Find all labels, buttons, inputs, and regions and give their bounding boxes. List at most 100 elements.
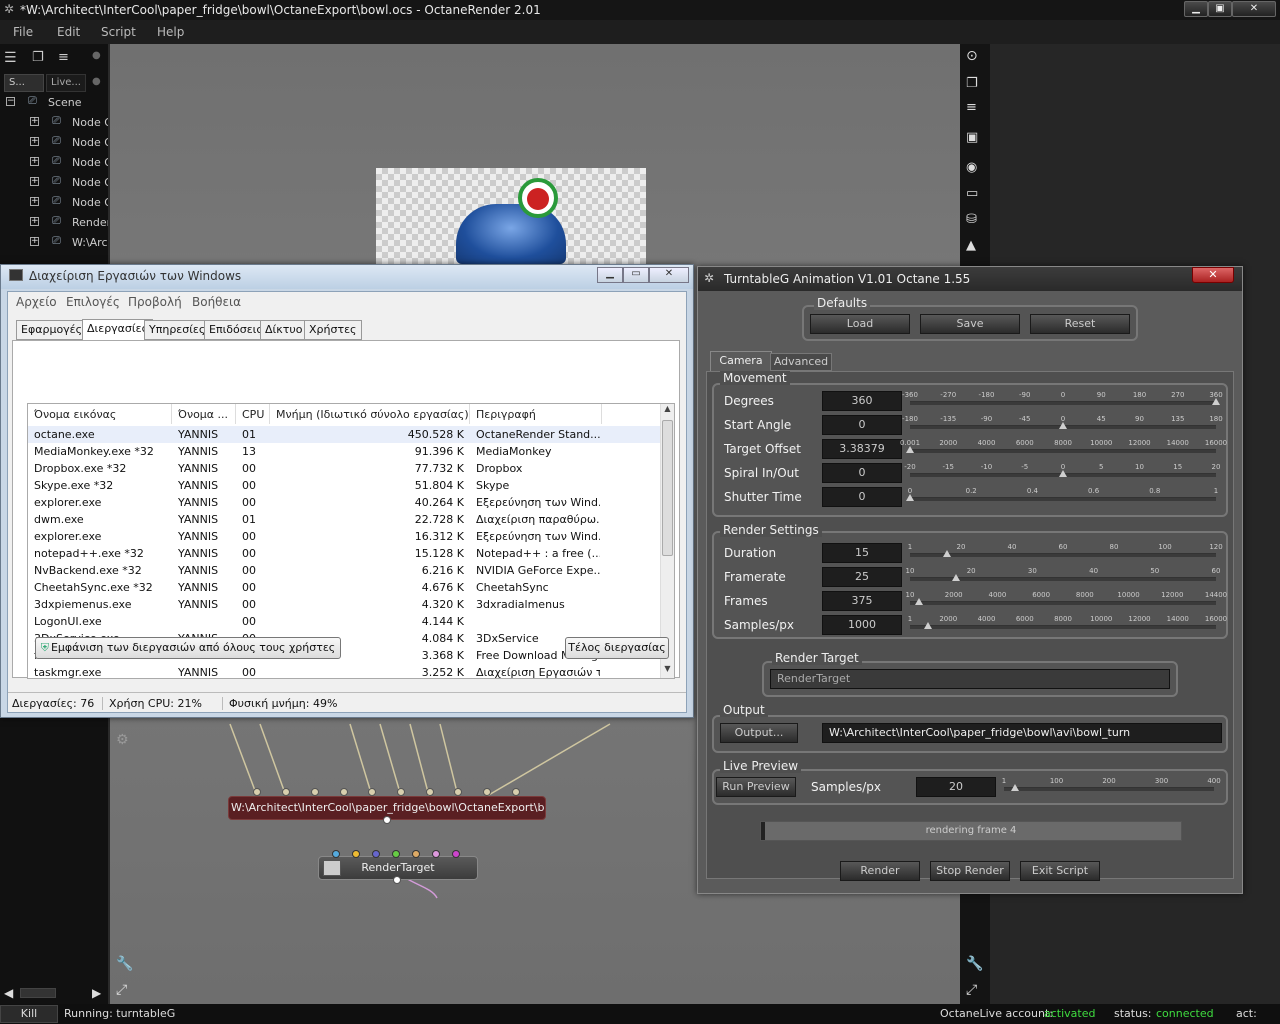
input-pin[interactable] bbox=[412, 850, 420, 858]
output-button[interactable]: Output... bbox=[720, 723, 798, 743]
tree-item[interactable]: + ⎚ Node G bbox=[0, 172, 108, 192]
expand-icon[interactable]: + bbox=[30, 117, 39, 126]
param-slider[interactable]: -20 -15 -10 -5 0 5 10 15 20 bbox=[904, 463, 1220, 483]
process-row[interactable]: CheetahSync.exe *32 YANNIS 00 4.676 K Cheeta… bbox=[28, 579, 660, 596]
close-button[interactable]: ✕ bbox=[1232, 1, 1276, 17]
slider-thumb[interactable] bbox=[1212, 398, 1220, 405]
list-icon[interactable]: ☰ bbox=[4, 50, 17, 66]
param-value-field[interactable]: 15 bbox=[822, 543, 902, 563]
output-pin[interactable] bbox=[393, 876, 401, 884]
slider-thumb[interactable] bbox=[915, 598, 924, 605]
param-value-field[interactable]: 1000 bbox=[822, 615, 902, 635]
tab-advanced[interactable]: Advanced bbox=[770, 353, 832, 371]
slider-track[interactable] bbox=[910, 625, 1216, 629]
lines-icon[interactable]: ≡ bbox=[58, 50, 69, 65]
copy-icon[interactable]: ❐ bbox=[966, 76, 978, 91]
expand-icon[interactable]: + bbox=[30, 217, 39, 226]
param-value-field[interactable]: 0 bbox=[822, 463, 902, 483]
input-pin[interactable] bbox=[282, 788, 290, 796]
input-pin[interactable] bbox=[372, 850, 380, 858]
minimize-button[interactable]: ▁ bbox=[1184, 1, 1208, 17]
tree-item[interactable]: + ⎚ Node G bbox=[0, 112, 108, 132]
slider-thumb[interactable] bbox=[1010, 784, 1019, 791]
param-value-field[interactable]: 0 bbox=[822, 487, 902, 507]
tab-networking[interactable]: Δίκτυο bbox=[260, 320, 308, 340]
param-slider[interactable]: 0 0.2 0.4 0.6 0.8 1 bbox=[906, 487, 1218, 507]
camera-icon[interactable]: ◉ bbox=[966, 160, 977, 175]
process-row[interactable]: LogonUI.exe 00 4.144 K bbox=[28, 613, 660, 630]
param-value-field[interactable]: 3.38379 bbox=[822, 439, 902, 459]
render-settings-icon[interactable]: ⚙ bbox=[116, 732, 129, 748]
maximize-button[interactable]: ▣ bbox=[1208, 1, 1232, 17]
process-row[interactable]: notepad++.exe *32 YANNIS 00 15.128 K Notepad… bbox=[28, 545, 660, 562]
column-description[interactable]: Περιγραφή bbox=[470, 404, 602, 424]
slider-track[interactable] bbox=[910, 497, 1216, 501]
input-pin[interactable] bbox=[368, 788, 376, 796]
expand-icon[interactable]: + bbox=[30, 137, 39, 146]
column-user-name[interactable]: Όνομα ... bbox=[172, 404, 236, 424]
wrench-icon[interactable]: 🔧 bbox=[966, 956, 983, 972]
stop-render-button[interactable]: Stop Render bbox=[930, 861, 1010, 881]
output-pin[interactable] bbox=[383, 816, 391, 824]
pin-icon[interactable]: ● bbox=[92, 50, 101, 61]
tree-item[interactable]: + ⎚ Node G bbox=[0, 192, 108, 212]
fullscreen-icon[interactable]: ⤢ bbox=[116, 982, 127, 998]
output-path-field[interactable]: W:\Architect\InterCool\paper_fridge\bowl… bbox=[822, 723, 1222, 743]
param-value-field[interactable]: 25 bbox=[822, 567, 902, 587]
end-process-button[interactable]: Τέλος διεργασίας bbox=[565, 637, 669, 659]
wrench-icon[interactable]: 🔧 bbox=[116, 956, 133, 972]
expand-icon[interactable]: + bbox=[30, 157, 39, 166]
expand-icon[interactable]: + bbox=[30, 197, 39, 206]
expand-icon[interactable]: + bbox=[30, 237, 39, 246]
param-slider[interactable]: 1 20 40 60 80 100 120 bbox=[908, 543, 1223, 563]
database-icon[interactable]: ⛁ bbox=[966, 212, 977, 227]
process-row[interactable]: octane.exe YANNIS 01 450.528 K OctaneRender … bbox=[28, 426, 660, 443]
tab-applications[interactable]: Εφαρμογές bbox=[16, 320, 88, 340]
monitor-icon[interactable]: ▭ bbox=[966, 186, 978, 201]
input-pin[interactable] bbox=[397, 788, 405, 796]
tree-item[interactable]: + ⎚ Node G bbox=[0, 132, 108, 152]
slider-track[interactable] bbox=[910, 401, 1216, 405]
close-button[interactable]: ✕ bbox=[649, 267, 689, 283]
input-pin[interactable] bbox=[311, 788, 319, 796]
slider-thumb[interactable] bbox=[906, 446, 914, 453]
process-row[interactable]: explorer.exe YANNIS 00 40.264 K Εξερεύνηση τ… bbox=[28, 494, 660, 511]
preview-samples-field[interactable]: 20 bbox=[916, 777, 996, 797]
slider-thumb[interactable] bbox=[942, 550, 951, 557]
copy-icon[interactable]: ❐ bbox=[32, 50, 44, 65]
column-memory[interactable]: Μνήμη (Ιδιωτικό σύνολο εργασίας) bbox=[270, 404, 470, 424]
menu-edit[interactable]: Edit bbox=[57, 25, 80, 39]
input-pin[interactable] bbox=[426, 788, 434, 796]
slider-track[interactable] bbox=[910, 553, 1216, 557]
tab-camera[interactable]: Camera bbox=[710, 351, 772, 371]
param-slider[interactable]: -180 -135 -90 -45 0 45 90 135 180 bbox=[902, 415, 1223, 435]
process-row[interactable]: NvBackend.exe *32 YANNIS 00 6.216 K NVIDIA G… bbox=[28, 562, 660, 579]
collapse-icon[interactable]: − bbox=[6, 97, 15, 106]
tab-scene[interactable]: S... bbox=[4, 74, 44, 92]
param-slider[interactable]: 10 2000 4000 6000 8000 10000 12000 14400 bbox=[906, 591, 1227, 611]
param-slider[interactable]: -360 -270 -180 -90 0 90 180 270 360 bbox=[902, 391, 1223, 411]
input-pin[interactable] bbox=[253, 788, 261, 796]
kill-button[interactable]: Kill bbox=[0, 1005, 58, 1023]
param-value-field[interactable]: 360 bbox=[822, 391, 902, 411]
tab-live[interactable]: Live... bbox=[46, 74, 86, 92]
fullscreen-icon[interactable]: ⤢ bbox=[966, 982, 977, 998]
tab-performance[interactable]: Επιδόσεις bbox=[204, 320, 268, 340]
tab-users[interactable]: Χρήστες bbox=[304, 320, 362, 340]
maximize-button[interactable]: ▭ bbox=[623, 267, 649, 283]
load-button[interactable]: Load bbox=[810, 314, 910, 334]
slider-thumb[interactable] bbox=[951, 574, 960, 581]
process-row[interactable]: MediaMonkey.exe *32 YANNIS 13 91.396 K Media… bbox=[28, 443, 660, 460]
slider-track[interactable] bbox=[1004, 787, 1214, 791]
process-row[interactable]: explorer.exe YANNIS 00 16.312 K Εξερεύνηση τ… bbox=[28, 528, 660, 545]
param-slider[interactable]: 1 2000 4000 6000 8000 10000 12000 14000 16000 bbox=[908, 615, 1227, 635]
lines-icon[interactable]: ≡ bbox=[966, 100, 977, 115]
slider-thumb[interactable] bbox=[1059, 422, 1067, 429]
scroll-left-icon[interactable]: ◀ bbox=[4, 986, 13, 1000]
process-row[interactable]: Dropbox.exe *32 YANNIS 00 77.732 K Dropbox bbox=[28, 460, 660, 477]
menu-file[interactable]: File bbox=[13, 25, 33, 39]
menu-help[interactable]: Help bbox=[157, 25, 184, 39]
menu-help[interactable]: Βοήθεια bbox=[192, 295, 241, 309]
slider-thumb[interactable] bbox=[924, 622, 933, 629]
tree-root[interactable]: − ⎚ Scene bbox=[0, 92, 108, 112]
